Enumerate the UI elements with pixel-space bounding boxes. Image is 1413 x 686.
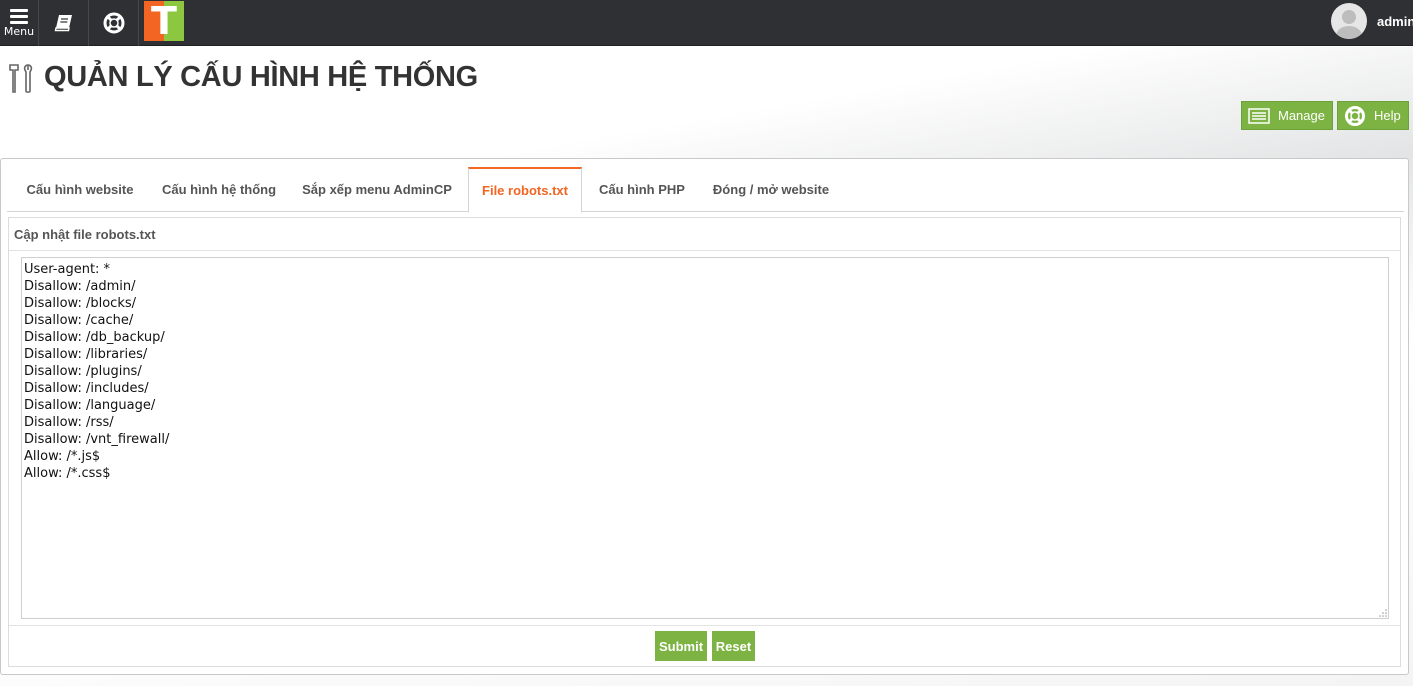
lifebuoy-icon	[103, 12, 124, 34]
top-navbar: Menu T admin	[0, 0, 1413, 46]
user-icon	[1336, 10, 1362, 39]
robots-textarea[interactable]: User-agent: * Disallow: /admin/ Disallow…	[21, 257, 1389, 619]
manage-button[interactable]: Manage	[1241, 101, 1333, 130]
username[interactable]: admin	[1377, 14, 1413, 29]
avatar[interactable]	[1331, 3, 1367, 39]
help-label: Help	[1374, 108, 1401, 123]
tab-robots-txt[interactable]: File robots.txt	[468, 167, 582, 213]
form-actions: Submit Reset	[9, 625, 1400, 667]
manage-label: Manage	[1278, 108, 1325, 123]
app-logo[interactable]: T	[144, 1, 184, 41]
book-button[interactable]	[39, 0, 89, 46]
tab-website-config[interactable]: Cấu hình website	[7, 167, 153, 212]
page-title: QUẢN LÝ CẤU HÌNH HỆ THỐNG	[44, 61, 478, 93]
tab-system-config[interactable]: Cấu hình hệ thống	[153, 167, 285, 212]
robots-form: Cập nhật file robots.txt User-agent: * D…	[8, 217, 1401, 667]
reset-button[interactable]: Reset	[712, 631, 755, 661]
form-heading: Cập nhật file robots.txt	[9, 218, 1400, 251]
menu-label: Menu	[3, 25, 35, 38]
hamburger-icon	[10, 9, 28, 24]
tab-php-config[interactable]: Cấu hình PHP	[587, 167, 697, 212]
help-lifebuoy-icon	[1345, 105, 1365, 126]
help-button[interactable]: Help	[1337, 101, 1409, 130]
tab-admin-menu-order[interactable]: Sắp xếp menu AdminCP	[293, 167, 461, 212]
submit-button[interactable]: Submit	[655, 631, 707, 661]
config-panel: Cấu hình website Cấu hình hệ thống Sắp x…	[0, 158, 1409, 675]
logo-letter: T	[151, 0, 177, 43]
support-button[interactable]	[89, 0, 139, 46]
menu-button[interactable]: Menu	[0, 0, 39, 46]
list-icon	[1248, 107, 1270, 124]
tools-icon	[9, 64, 33, 93]
tab-website-open-close[interactable]: Đóng / mở website	[707, 167, 835, 212]
book-icon	[54, 15, 72, 32]
tab-bar: Cấu hình website Cấu hình hệ thống Sắp x…	[7, 167, 1404, 213]
resize-grip-icon[interactable]	[1378, 608, 1388, 618]
